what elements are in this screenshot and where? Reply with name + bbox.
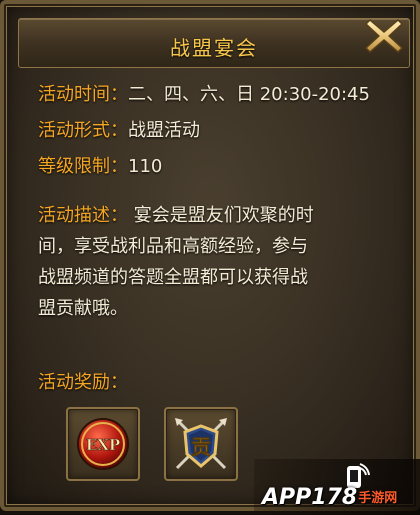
level-limit-row: 等级限制：110 <box>38 152 408 188</box>
reward-slot-exp[interactable]: EXP <box>66 407 140 481</box>
description-line-4: 盟贡献哦。 <box>38 298 128 319</box>
contribution-icon: 贡 <box>175 418 227 470</box>
description-line-2: 间，享受战利品和高额经验，参与 <box>38 236 308 257</box>
event-form-label: 活动形式： <box>38 120 128 141</box>
watermark-brand: APP178 <box>262 485 358 510</box>
watermark: APP178手游网 <box>254 459 420 515</box>
watermark-suffix: 手游网 <box>358 491 398 506</box>
exp-icon-text: EXP <box>86 436 120 454</box>
exp-icon: EXP <box>77 418 129 470</box>
event-form-value: 战盟活动 <box>128 120 200 141</box>
description-line-1: 活动描述： 宴会是盟友们欢聚的时 <box>38 200 398 231</box>
event-description: 活动描述： 宴会是盟友们欢聚的时 间，享受战利品和高额经验，参与 战盟频道的答题… <box>38 200 398 324</box>
event-time-row: 活动时间：二、四、六、日 20:30-20:45 <box>38 80 408 116</box>
description-line-3: 战盟频道的答题全盟都可以获得战 <box>38 267 308 288</box>
description-text-1: 宴会是盟友们欢聚的时 <box>133 205 314 226</box>
event-time-value: 二、四、六、日 20:30-20:45 <box>128 84 370 105</box>
reward-slot-contribution[interactable]: 贡 <box>164 407 238 481</box>
level-limit-label: 等级限制： <box>38 156 128 177</box>
watermark-text: APP178手游网 <box>262 485 397 510</box>
event-dialog: 战盟宴会 活动时间：二、四、六、日 20:30-20:45 活动形式：战盟活动 … <box>0 0 420 515</box>
title-bar: 战盟宴会 <box>18 18 410 68</box>
level-limit-value: 110 <box>128 156 163 177</box>
contribution-icon-text: 贡 <box>191 435 211 459</box>
rewards-label: 活动奖励： <box>38 372 128 393</box>
dialog-title: 战盟宴会 <box>170 36 258 60</box>
description-label: 活动描述： <box>38 205 128 226</box>
close-button[interactable] <box>362 14 406 58</box>
event-time-label: 活动时间： <box>38 84 128 105</box>
event-form-row: 活动形式：战盟活动 <box>38 116 408 152</box>
close-icon <box>365 19 403 53</box>
